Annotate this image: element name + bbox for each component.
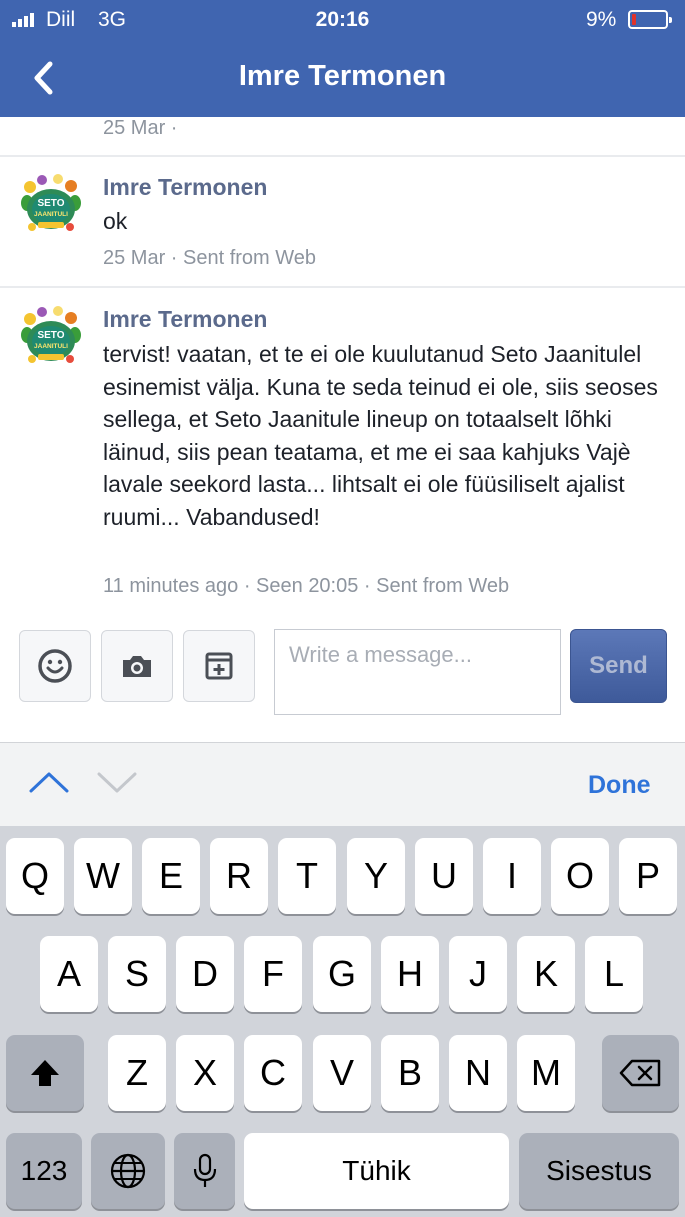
status-bar: Diil 3G 20:16 9% <box>0 0 685 40</box>
sender-name[interactable]: Imre Termonen <box>103 174 267 201</box>
chevron-up-icon <box>29 772 69 793</box>
sender-name[interactable]: Imre Termonen <box>103 306 267 333</box>
message-input[interactable] <box>274 629 561 715</box>
key-o[interactable]: O <box>551 838 609 914</box>
key-k[interactable]: K <box>517 936 575 1012</box>
key-c[interactable]: C <box>244 1035 302 1111</box>
key-s[interactable]: S <box>108 936 166 1012</box>
seto-jaanituli-logo: SETO JAANITULI <box>19 174 83 238</box>
message-text: ok <box>103 208 128 234</box>
globe-icon <box>110 1153 146 1189</box>
key-v[interactable]: V <box>313 1035 371 1111</box>
message-composer: Send <box>0 617 685 742</box>
status-time: 20:16 <box>315 8 370 31</box>
smiley-icon <box>38 649 72 683</box>
message-meta: 25 Mar · Sent from Web <box>103 247 317 269</box>
microphone-icon <box>193 1153 216 1187</box>
key-n[interactable]: N <box>449 1035 507 1111</box>
key-m[interactable]: M <box>517 1035 575 1111</box>
key-f[interactable]: F <box>244 936 302 1012</box>
key-q[interactable]: Q <box>6 838 64 914</box>
key-u[interactable]: U <box>415 838 473 914</box>
keyboard: Q W E R T Y U I O P A S D F G H J K L Z … <box>0 826 685 1217</box>
svg-text:JAANITULI: JAANITULI <box>34 343 68 350</box>
message-divider <box>0 155 685 157</box>
conversation-title: Imre Termonen <box>238 60 447 92</box>
key-l[interactable]: L <box>585 936 643 1012</box>
message-text: tervist! vaatan, et te ei ole kuulutanud… <box>103 341 658 530</box>
done-button[interactable]: Done <box>588 771 651 800</box>
key-b[interactable]: B <box>381 1035 439 1111</box>
key-r[interactable]: R <box>210 838 268 914</box>
key-i[interactable]: I <box>483 838 541 914</box>
previous-field-button[interactable] <box>28 769 70 795</box>
shift-key[interactable] <box>6 1035 84 1111</box>
camera-icon <box>123 656 151 677</box>
keyboard-accessory-bar: Done <box>0 742 685 826</box>
key-z[interactable]: Z <box>108 1035 166 1111</box>
globe-key[interactable] <box>91 1133 165 1209</box>
key-w[interactable]: W <box>74 838 132 914</box>
microphone-key[interactable] <box>174 1133 235 1209</box>
key-y[interactable]: Y <box>347 838 405 914</box>
key-a[interactable]: A <box>40 936 98 1012</box>
seto-jaanituli-logo: SETO JAANITULI <box>19 306 83 370</box>
backspace-icon <box>619 1059 660 1087</box>
message-meta: 11 minutes ago · Seen 20:05 · Sent from … <box>103 575 510 597</box>
svg-text:SETO: SETO <box>37 198 64 209</box>
space-key[interactable]: Tühik <box>244 1133 509 1209</box>
next-field-button[interactable] <box>96 769 138 795</box>
backspace-key[interactable] <box>602 1035 679 1111</box>
key-e[interactable]: E <box>142 838 200 914</box>
key-j[interactable]: J <box>449 936 507 1012</box>
navigation-header: Diil 3G 20:16 9% Imre Termonen <box>0 0 685 117</box>
svg-text:SETO: SETO <box>37 330 64 341</box>
numbers-key[interactable]: 123 <box>6 1133 82 1209</box>
key-h[interactable]: H <box>381 936 439 1012</box>
avatar[interactable]: SETO JAANITULI <box>18 305 84 371</box>
key-d[interactable]: D <box>176 936 234 1012</box>
chevron-down-icon <box>97 772 137 793</box>
battery-percent: 9% <box>586 8 617 31</box>
camera-button[interactable] <box>101 630 173 702</box>
sticker-button[interactable] <box>183 630 255 702</box>
return-key[interactable]: Sisestus <box>519 1133 679 1209</box>
key-x[interactable]: X <box>176 1035 234 1111</box>
key-t[interactable]: T <box>278 838 336 914</box>
message-thread[interactable]: 25 Mar · SETO JAANITULI Imre Termonen ok… <box>0 117 685 617</box>
emoji-button[interactable] <box>19 630 91 702</box>
shift-icon <box>31 1060 59 1086</box>
message-divider <box>0 286 685 288</box>
previous-message-timestamp: 25 Mar · <box>103 117 178 139</box>
add-sticker-icon <box>205 652 233 680</box>
key-p[interactable]: P <box>619 838 677 914</box>
key-g[interactable]: G <box>313 936 371 1012</box>
svg-text:JAANITULI: JAANITULI <box>34 211 68 218</box>
avatar[interactable]: SETO JAANITULI <box>18 173 84 239</box>
battery-icon <box>628 10 672 29</box>
send-button[interactable]: Send <box>570 629 667 703</box>
